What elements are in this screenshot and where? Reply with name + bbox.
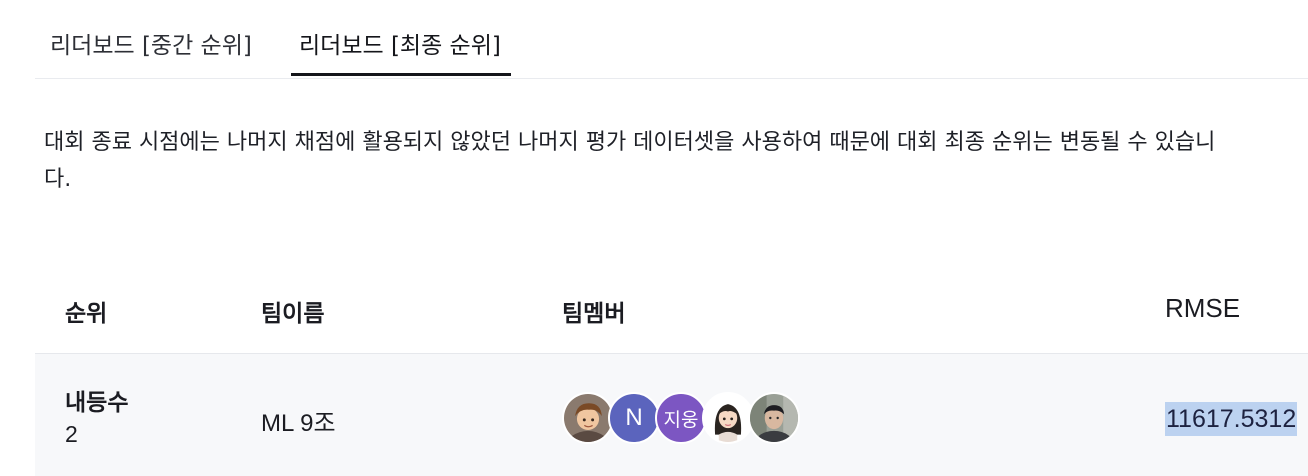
table-header: 순위 팀이름 팀멤버 RMSE [35, 268, 1308, 354]
tab-interim-leaderboard[interactable]: 리더보드 [중간 순위] [50, 0, 252, 76]
leaderboard-tabs: 리더보드 [중간 순위] 리더보드 [최종 순위] [35, 0, 1308, 79]
rank-value: 2 [65, 421, 78, 447]
header-rank: 순위 [65, 301, 108, 327]
man-photo-avatar-icon[interactable] [748, 392, 800, 444]
rmse-value: 11617.5312 [1165, 402, 1298, 436]
avatar-initial: 지웅 [663, 408, 699, 431]
team-name: ML 9조 [261, 410, 336, 437]
header-team-name: 팀이름 [261, 301, 325, 327]
my-rank-label: 내등수 [65, 390, 129, 416]
tab-final-leaderboard[interactable]: 리더보드 [최종 순위] [291, 0, 511, 76]
avatar-initial: N [625, 404, 643, 431]
member-initial-avatar[interactable]: 지웅 [655, 392, 707, 444]
cartoon-girl-avatar-icon[interactable] [702, 392, 754, 444]
header-team-members: 팀멤버 [562, 301, 626, 327]
leaderboard-notice: 대회 종료 시점에는 나머지 채점에 활용되지 않았던 나머지 평가 데이터셋을… [44, 130, 1216, 192]
member-initial-avatar[interactable]: N [608, 392, 660, 444]
leaderboard-table: 순위 팀이름 팀멤버 RMSE 내등수 2 ML 9조 11617.5312 [35, 268, 1308, 476]
cartoon-boy-avatar-icon[interactable] [562, 392, 614, 444]
header-rmse: RMSE [1165, 293, 1241, 323]
